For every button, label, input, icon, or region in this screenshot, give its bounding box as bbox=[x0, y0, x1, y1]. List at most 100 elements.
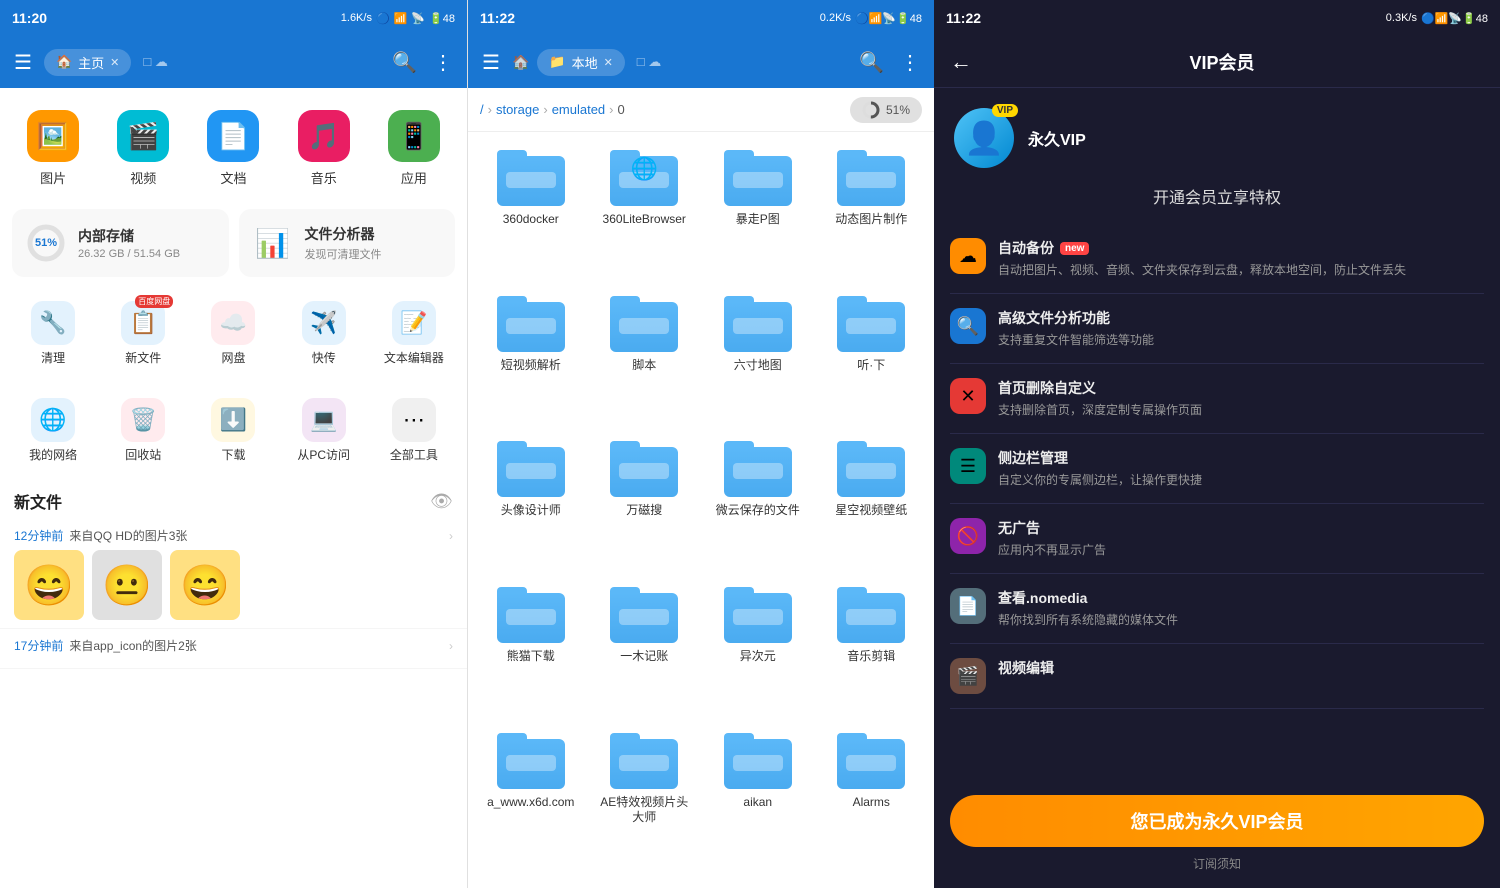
more-button-2[interactable]: ⋮ bbox=[896, 46, 924, 79]
tool-netdisk[interactable]: ☁️ 网盘 bbox=[188, 293, 278, 374]
category-music[interactable]: 🎵 音乐 bbox=[279, 104, 369, 193]
folder-weiyun[interactable]: 微云保存的文件 bbox=[703, 431, 813, 573]
file-meta-1: 12分钟前 来自QQ HD的图片3张 › bbox=[14, 527, 453, 544]
folder-yimu[interactable]: 一木记账 bbox=[590, 577, 700, 719]
tool-mynetwork[interactable]: 🌐 我的网络 bbox=[8, 390, 98, 471]
category-video[interactable]: 🎬 视频 bbox=[98, 104, 188, 193]
folder-musicclip[interactable]: 音乐剪辑 bbox=[817, 577, 927, 719]
feature-backup: ☁ 自动备份 new 自动把图片、视频、音频、文件夹保存到云盘，释放本地空间，防… bbox=[950, 224, 1484, 294]
breadcrumb-root[interactable]: / bbox=[480, 102, 484, 117]
pcaccess-icon: 💻 bbox=[302, 398, 346, 442]
category-docs[interactable]: 📄 文档 bbox=[188, 104, 278, 193]
photos-icon: 🖼️ bbox=[27, 110, 79, 162]
breadcrumb-current: 0 bbox=[618, 102, 625, 117]
vip-page-title: VIP会员 bbox=[984, 49, 1484, 75]
analyzer-card[interactable]: 📊 文件分析器 发现可清理文件 bbox=[239, 209, 456, 277]
mynetwork-label: 我的网络 bbox=[29, 446, 77, 463]
home-tab-label: 主页 bbox=[78, 53, 104, 72]
videoeditor-text: 视频编辑 bbox=[998, 658, 1054, 678]
folder-ae[interactable]: AE特效视频片头大师 bbox=[590, 723, 700, 880]
folder-wanci[interactable]: 万磁搜 bbox=[590, 431, 700, 573]
folder-aikan[interactable]: aikan bbox=[703, 723, 813, 880]
folder-dongtai[interactable]: 动态图片制作 bbox=[817, 140, 927, 282]
tool-texteditor[interactable]: 📝 文本编辑器 bbox=[369, 293, 459, 374]
file-entry-2[interactable]: 17分钟前 来自app_icon的图片2张 › bbox=[0, 629, 467, 669]
feature-nomedia: 📄 查看.nomedia 帮你找到所有系统隐藏的媒体文件 bbox=[950, 574, 1484, 644]
folder-name-yimu: 一木记账 bbox=[620, 649, 668, 665]
folder-listen[interactable]: 听·下 bbox=[817, 286, 927, 428]
tool-fastransfer[interactable]: ✈️ 快传 bbox=[279, 293, 369, 374]
video-icon: 🎬 bbox=[117, 110, 169, 162]
analysis-title: 高级文件分析功能 bbox=[998, 308, 1154, 328]
analysis-desc: 支持重复文件智能筛选等功能 bbox=[998, 331, 1154, 349]
status-bar-3: 11:22 0.3K/s 🔵📶📡🔋48 bbox=[934, 0, 1500, 36]
category-photos[interactable]: 🖼️ 图片 bbox=[8, 104, 98, 193]
alltools-label: 全部工具 bbox=[390, 446, 438, 463]
folder-baozoupt[interactable]: 暴走P图 bbox=[703, 140, 813, 282]
folder-awww[interactable]: a_www.x6d.com bbox=[476, 723, 586, 880]
status-icons-right-3: 🔵📶📡🔋48 bbox=[1421, 12, 1488, 25]
local-tab-close[interactable]: ✕ bbox=[604, 56, 613, 69]
home-tab-close[interactable]: ✕ bbox=[110, 56, 119, 69]
fastransfer-icon: ✈️ bbox=[302, 301, 346, 345]
vip-footer: 您已成为永久VIP会员 订阅须知 bbox=[934, 779, 1500, 888]
folder-alarms[interactable]: Alarms bbox=[817, 723, 927, 880]
tool-clean[interactable]: 🔧 清理 bbox=[8, 293, 98, 374]
category-apps[interactable]: 📱 应用 bbox=[369, 104, 459, 193]
status-time-3: 11:22 bbox=[946, 10, 981, 26]
category-grid: 🖼️ 图片 🎬 视频 📄 文档 🎵 音乐 📱 应用 bbox=[0, 88, 467, 201]
folder-script[interactable]: 脚本 bbox=[590, 286, 700, 428]
tool-newfile[interactable]: 📋 百度网盘 新文件 bbox=[98, 293, 188, 374]
status-icons-3: 0.3K/s 🔵📶📡🔋48 bbox=[1386, 12, 1488, 25]
video-label: 视频 bbox=[130, 168, 156, 187]
tool-pcaccess[interactable]: 💻 从PC访问 bbox=[279, 390, 369, 471]
backup-title: 自动备份 new bbox=[998, 238, 1406, 258]
tool-recycle[interactable]: 🗑️ 回收站 bbox=[98, 390, 188, 471]
vip-join-button[interactable]: 您已成为永久VIP会员 bbox=[950, 795, 1484, 847]
home-tab[interactable]: 🏠 主页 ✕ bbox=[44, 49, 131, 76]
menu-button-1[interactable]: ☰ bbox=[10, 46, 36, 79]
folder-yiciyuan[interactable]: 异次元 bbox=[703, 577, 813, 719]
recycle-icon: 🗑️ bbox=[121, 398, 165, 442]
folder-name-avatar: 头像设计师 bbox=[501, 503, 561, 519]
videoeditor-icon: 🎬 bbox=[950, 658, 986, 694]
back-button[interactable]: ← bbox=[950, 49, 972, 75]
folder-starwall[interactable]: 星空视频壁纸 bbox=[817, 431, 927, 573]
texteditor-icon: 📝 bbox=[392, 301, 436, 345]
tool-alltools[interactable]: ⋯ 全部工具 bbox=[369, 390, 459, 471]
folder-shortvideo[interactable]: 短视频解析 bbox=[476, 286, 586, 428]
pcaccess-label: 从PC访问 bbox=[297, 446, 350, 463]
menu-button-2[interactable]: ☰ bbox=[478, 46, 504, 79]
new-files-action[interactable]: 👁 bbox=[430, 491, 453, 512]
storage-bar: 51% bbox=[850, 97, 922, 123]
feature-homepage: ✕ 首页删除自定义 支持删除首页，深度定制专属操作页面 bbox=[950, 364, 1484, 434]
vip-features-list: ☁ 自动备份 new 自动把图片、视频、音频、文件夹保存到云盘，释放本地空间，防… bbox=[934, 224, 1500, 779]
folder-name-ae: AE特效视频片头大师 bbox=[596, 795, 694, 826]
docs-label: 文档 bbox=[220, 168, 246, 187]
vip-header: ← VIP会员 bbox=[934, 36, 1500, 88]
folder-panda[interactable]: 熊猫下载 bbox=[476, 577, 586, 719]
folder-name-panda: 熊猫下载 bbox=[507, 649, 555, 665]
search-button-2[interactable]: 🔍 bbox=[855, 46, 888, 79]
internal-storage-label: 内部存储 bbox=[78, 226, 180, 246]
folder-avatar[interactable]: 头像设计师 bbox=[476, 431, 586, 573]
folder-360docker[interactable]: 360docker bbox=[476, 140, 586, 282]
feature-sidebar: ☰ 侧边栏管理 自定义你的专属侧边栏，让操作更快捷 bbox=[950, 434, 1484, 504]
breadcrumb-emulated[interactable]: emulated bbox=[552, 102, 605, 117]
search-button-1[interactable]: 🔍 bbox=[388, 46, 421, 79]
breadcrumb-storage[interactable]: storage bbox=[496, 102, 539, 117]
thumb-1-2: 😐 bbox=[92, 550, 162, 620]
vip-footnote[interactable]: 订阅须知 bbox=[950, 855, 1484, 872]
docs-icon: 📄 bbox=[207, 110, 259, 162]
file-entry-1[interactable]: 12分钟前 来自QQ HD的图片3张 › 😄 😐 😄 bbox=[0, 519, 467, 629]
newfile-badge: 百度网盘 bbox=[135, 295, 173, 308]
signal-icon: 📶 bbox=[394, 12, 408, 25]
tool-download[interactable]: ⬇️ 下载 bbox=[188, 390, 278, 471]
nomedia-icon: 📄 bbox=[950, 588, 986, 624]
folder-360litebrowser[interactable]: 🌐 360LiteBrowser bbox=[590, 140, 700, 282]
new-files-title: 新文件 bbox=[14, 489, 62, 513]
local-tab[interactable]: 📁 本地 ✕ bbox=[537, 49, 624, 76]
folder-sixmap[interactable]: 六寸地图 bbox=[703, 286, 813, 428]
more-button-1[interactable]: ⋮ bbox=[429, 46, 457, 79]
internal-storage-card[interactable]: 51% 内部存储 26.32 GB / 51.54 GB bbox=[12, 209, 229, 277]
